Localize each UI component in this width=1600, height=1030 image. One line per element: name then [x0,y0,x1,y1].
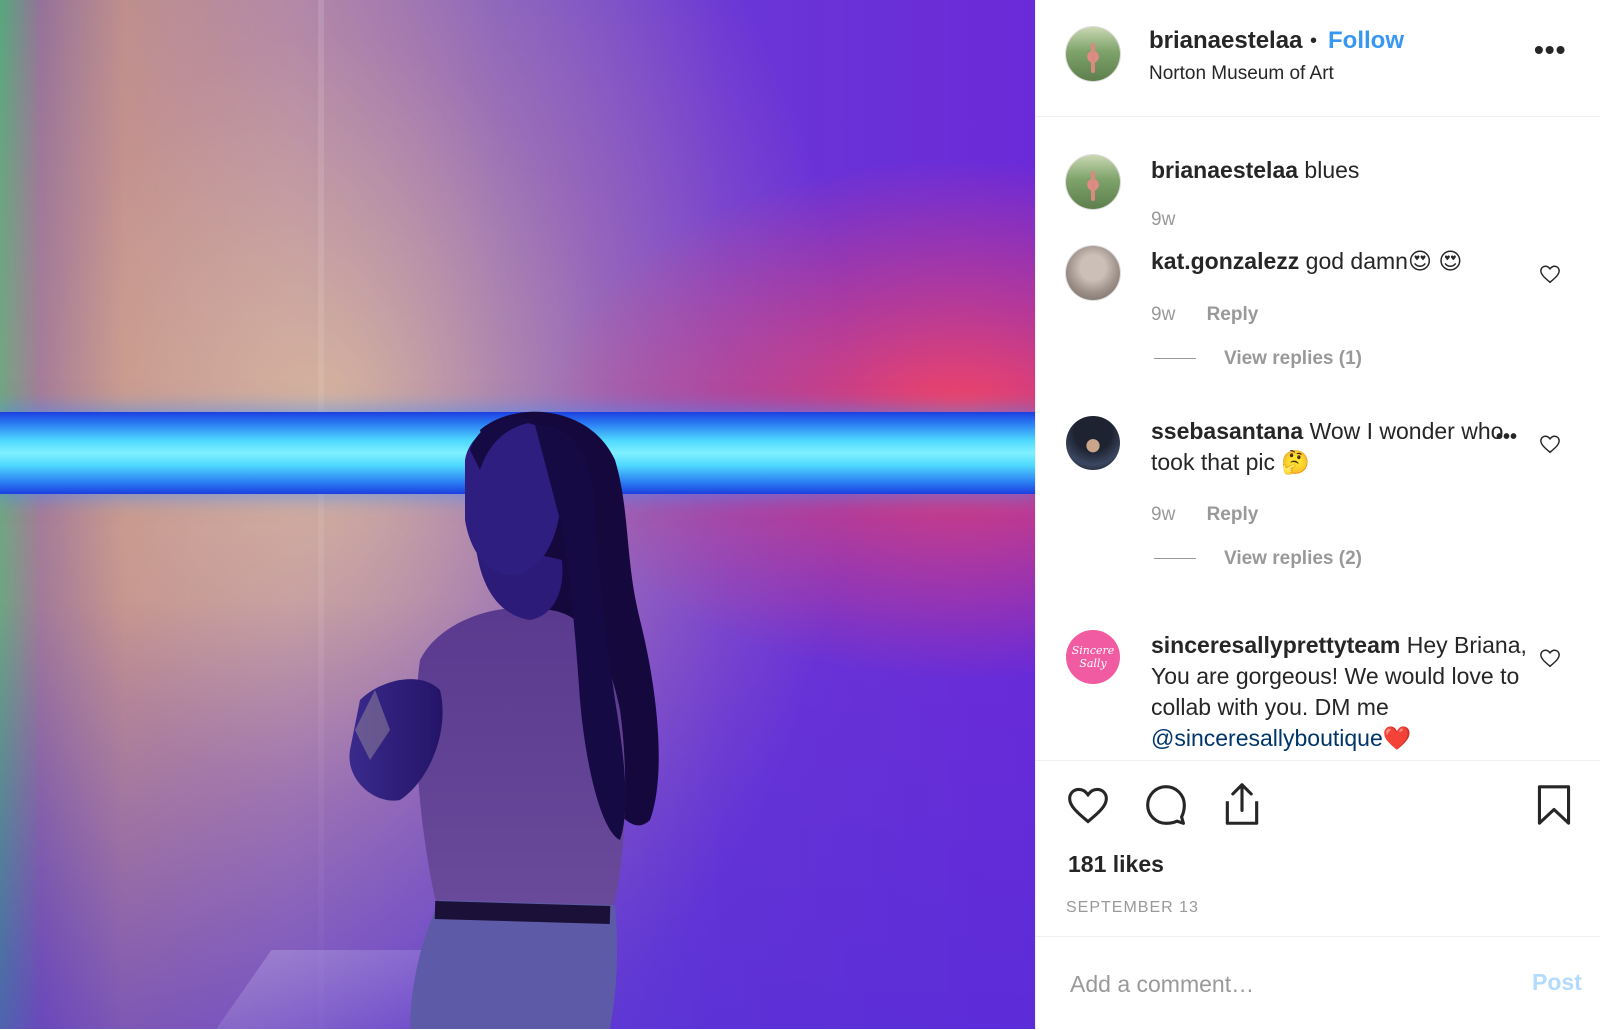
post-date[interactable]: SEPTEMBER 13 [1066,899,1199,917]
share-icon[interactable] [1220,781,1264,827]
author-avatar[interactable] [1066,27,1120,81]
comment-time[interactable]: 9w [1151,304,1175,325]
mention-link[interactable]: @sinceresallyboutique [1151,725,1383,751]
follow-button[interactable]: Follow [1328,27,1404,55]
commenter-username[interactable]: ssebasantana [1151,418,1303,444]
add-comment-bar: Post [1036,936,1600,1030]
bookmark-icon[interactable] [1534,783,1574,827]
comment-options-icon[interactable]: ••• [1496,426,1517,449]
heart-emoji: ❤️ [1382,725,1412,751]
author-username[interactable]: brianaestelaa [1149,27,1302,55]
like-comment-heart-icon[interactable] [1539,647,1561,669]
person-silhouette [349,411,659,1029]
post-location[interactable]: Norton Museum of Art [1149,63,1334,85]
view-replies-button[interactable]: View replies (1) [1154,348,1362,370]
more-options-icon[interactable]: ••• [1534,34,1566,66]
commenter-avatar[interactable]: Sincere Sally [1066,630,1120,684]
like-comment-heart-icon[interactable] [1539,433,1561,455]
header-separator: • [1310,30,1318,52]
post-actions: 181 likes SEPTEMBER 13 [1036,760,1600,937]
post-comment-button[interactable]: Post [1532,969,1582,996]
comment-meta: 9w Reply [1151,504,1258,526]
comment-input[interactable] [1068,965,1492,1003]
caption-body: blues [1304,157,1360,183]
post-photo[interactable] [0,0,1035,1029]
post-sidebar: brianaestelaa • Follow Norton Museum of … [1035,0,1600,1029]
caption-avatar[interactable] [1066,155,1120,209]
comment-text: kat.gonzalezz god damn😍 😍 [1151,246,1531,277]
comment-text: sinceresallyprettyteam Hey Briana, You a… [1151,630,1531,754]
comment-icon[interactable] [1144,783,1188,827]
view-replies-button[interactable]: View replies (2) [1154,548,1362,570]
caption-text: brianaestelaa blues [1151,155,1531,186]
comment-meta: 9w Reply [1151,304,1258,326]
commenter-avatar[interactable] [1066,416,1120,470]
likes-count[interactable]: 181 likes [1068,851,1164,878]
caption-time[interactable]: 9w [1151,209,1175,231]
reply-button[interactable]: Reply [1207,504,1259,525]
comment-body: god damn😍 😍 [1305,248,1463,274]
view-replies-label: View replies (2) [1224,548,1362,569]
view-replies-label: View replies (1) [1224,348,1362,369]
comment-text: ssebasantana Wow I wonder who took that … [1151,416,1526,478]
reply-button[interactable]: Reply [1207,304,1259,325]
commenter-username[interactable]: sinceresallyprettyteam [1151,632,1400,658]
replies-line [1154,558,1196,560]
commenter-avatar[interactable] [1066,246,1120,300]
commenter-username[interactable]: kat.gonzalezz [1151,248,1299,274]
heart-icon[interactable] [1066,783,1110,827]
avatar-logo-text: Sincere Sally [1071,644,1115,670]
caption-username[interactable]: brianaestelaa [1151,157,1298,183]
comment-time[interactable]: 9w [1151,504,1175,525]
like-comment-heart-icon[interactable] [1539,263,1561,285]
post-header: brianaestelaa • Follow Norton Museum of … [1036,0,1600,117]
replies-line [1154,358,1196,360]
